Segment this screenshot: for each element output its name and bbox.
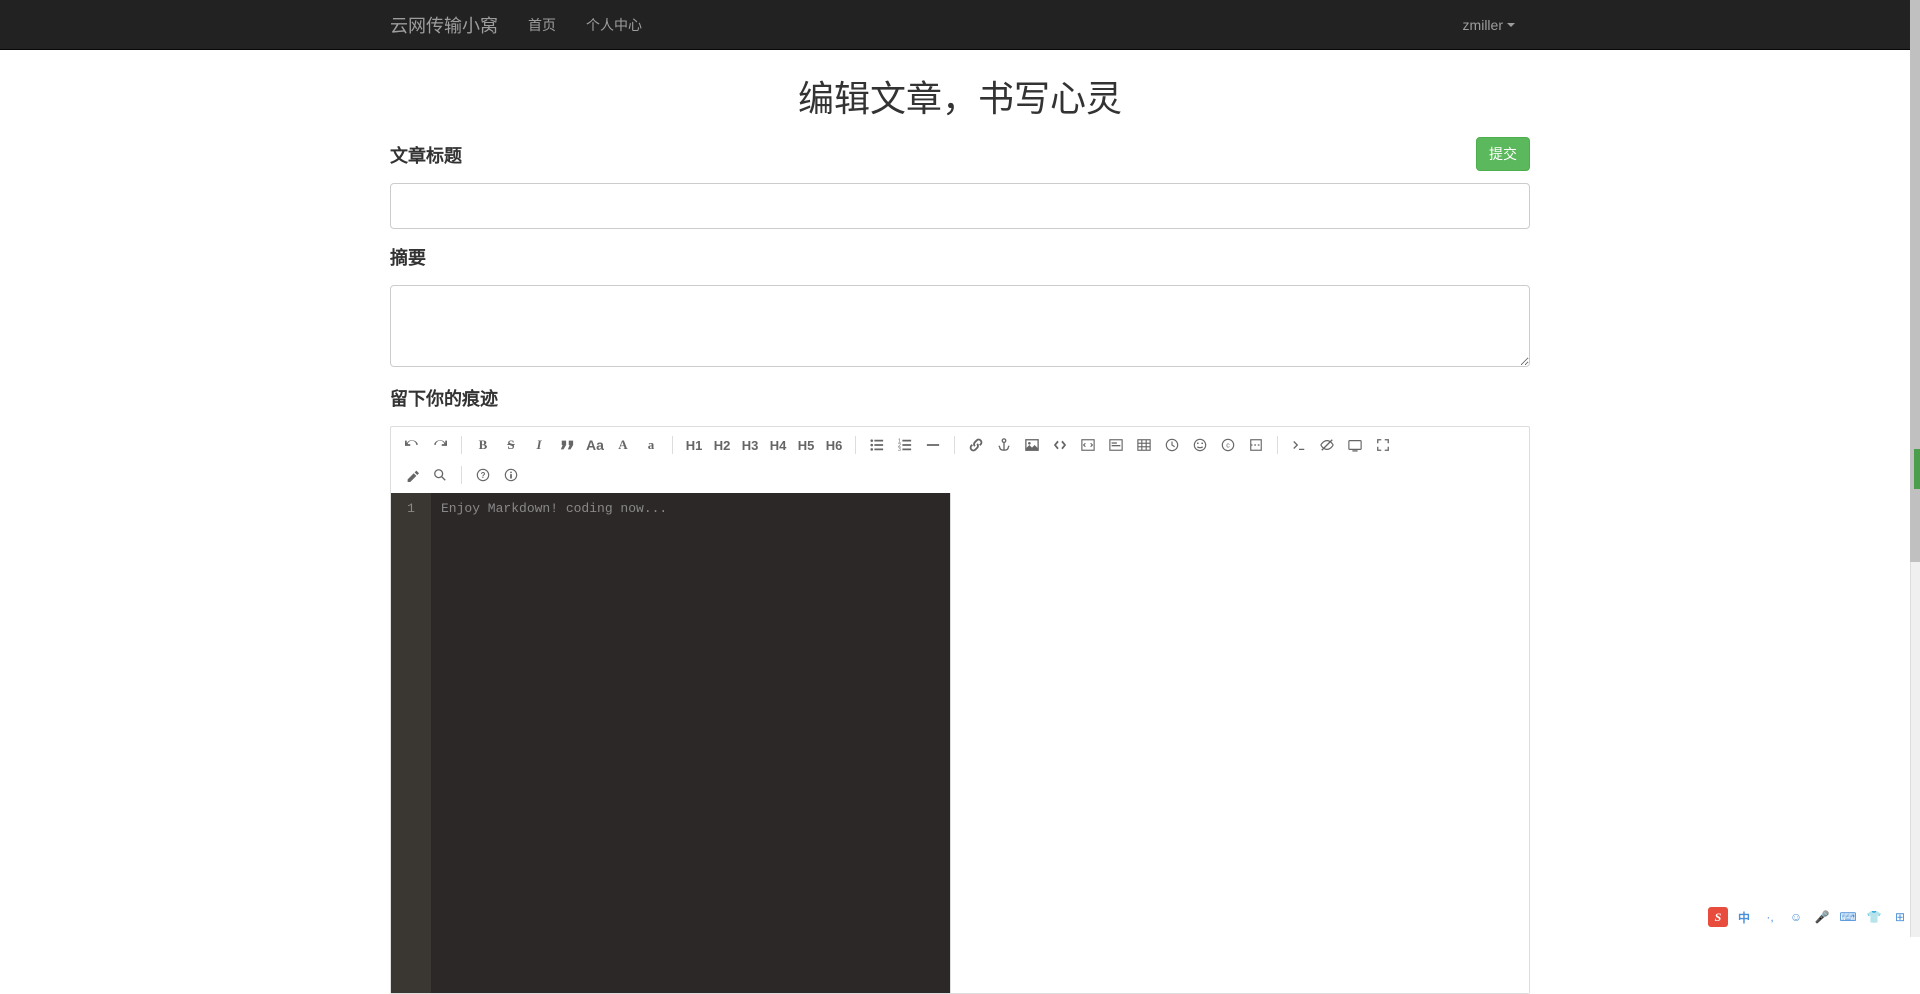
ime-mic-icon[interactable]: 🎤 — [1812, 907, 1832, 927]
brand-link[interactable]: 云网传输小窝 — [375, 0, 513, 53]
bold-icon[interactable]: B — [470, 432, 496, 458]
lowercase-icon[interactable]: a — [638, 432, 664, 458]
preview-icon[interactable] — [1342, 432, 1368, 458]
h3-button[interactable]: H3 — [737, 432, 763, 458]
undo-icon[interactable] — [399, 432, 425, 458]
anchor-icon[interactable] — [991, 432, 1017, 458]
italic-icon[interactable]: I — [526, 432, 552, 458]
abstract-textarea[interactable] — [390, 285, 1530, 367]
emoji-icon[interactable] — [1187, 432, 1213, 458]
image-icon[interactable] — [1019, 432, 1045, 458]
clear-icon[interactable] — [399, 462, 425, 488]
label-article-title: 文章标题 — [390, 142, 1530, 168]
link-icon[interactable] — [963, 432, 989, 458]
navbar: 云网传输小窝 首页 个人中心 zmiller — [0, 0, 1920, 50]
page-title: 编辑文章，书写心灵 — [390, 70, 1530, 122]
strikethrough-icon[interactable]: S — [498, 432, 524, 458]
fullscreen-icon[interactable] — [1370, 432, 1396, 458]
h1-button[interactable]: H1 — [681, 432, 707, 458]
goto-line-icon[interactable] — [1286, 432, 1312, 458]
markdown-editor: B S I Aa A a H1 H2 H3 H4 H5 H6 123 — [390, 426, 1530, 994]
table-icon[interactable] — [1131, 432, 1157, 458]
svg-text:?: ? — [481, 471, 486, 480]
horizontal-rule-icon[interactable] — [920, 432, 946, 458]
ordered-list-icon[interactable]: 123 — [892, 432, 918, 458]
code-block-icon[interactable] — [1075, 432, 1101, 458]
ime-punct-icon[interactable]: ·, — [1760, 907, 1780, 927]
quote-icon[interactable] — [554, 432, 580, 458]
uppercase-icon[interactable]: A — [610, 432, 636, 458]
redo-icon[interactable] — [427, 432, 453, 458]
unordered-list-icon[interactable] — [864, 432, 890, 458]
special-char-icon[interactable]: c — [1215, 432, 1241, 458]
h5-button[interactable]: H5 — [793, 432, 819, 458]
code-icon[interactable] — [1047, 432, 1073, 458]
article-title-input[interactable] — [390, 183, 1530, 229]
editor-toolbar: B S I Aa A a H1 H2 H3 H4 H5 H6 123 — [391, 427, 1529, 493]
user-name: zmiller — [1463, 17, 1503, 33]
svg-text:c: c — [1226, 443, 1230, 450]
svg-text:3: 3 — [898, 447, 901, 452]
editor-gutter: 1 — [391, 493, 431, 993]
ime-keyboard-icon[interactable]: ⌨ — [1838, 907, 1858, 927]
font-case-icon[interactable]: Aa — [582, 432, 608, 458]
line-number: 1 — [391, 501, 431, 516]
side-indicator[interactable] — [1914, 449, 1920, 489]
user-menu[interactable]: zmiller — [1448, 2, 1530, 48]
ime-toolbox-icon[interactable]: ⊞ — [1890, 907, 1910, 927]
h6-button[interactable]: H6 — [821, 432, 847, 458]
editor-textarea[interactable] — [431, 493, 950, 993]
preformatted-icon[interactable] — [1103, 432, 1129, 458]
ime-logo-icon[interactable]: S — [1708, 907, 1728, 927]
ime-toolbar: S 中 ·, ☺ 🎤 ⌨ 👕 ⊞ — [1708, 907, 1910, 927]
h4-button[interactable]: H4 — [765, 432, 791, 458]
watch-icon[interactable] — [1314, 432, 1340, 458]
caret-down-icon — [1507, 23, 1515, 27]
label-content: 留下你的痕迹 — [390, 385, 1530, 411]
nav-home[interactable]: 首页 — [513, 0, 571, 50]
nav-personal-center[interactable]: 个人中心 — [571, 0, 657, 50]
help-icon[interactable]: ? — [470, 462, 496, 488]
info-icon[interactable] — [498, 462, 524, 488]
search-icon[interactable] — [427, 462, 453, 488]
label-abstract: 摘要 — [390, 244, 1530, 270]
h2-button[interactable]: H2 — [709, 432, 735, 458]
editor-code-pane: 1 — [391, 493, 950, 993]
ime-lang-icon[interactable]: 中 — [1734, 907, 1754, 927]
ime-skin-icon[interactable]: 👕 — [1864, 907, 1884, 927]
ime-emoji-icon[interactable]: ☺ — [1786, 907, 1806, 927]
submit-button[interactable]: 提交 — [1476, 137, 1530, 171]
datetime-icon[interactable] — [1159, 432, 1185, 458]
editor-preview-pane — [950, 493, 1530, 993]
pagebreak-icon[interactable] — [1243, 432, 1269, 458]
